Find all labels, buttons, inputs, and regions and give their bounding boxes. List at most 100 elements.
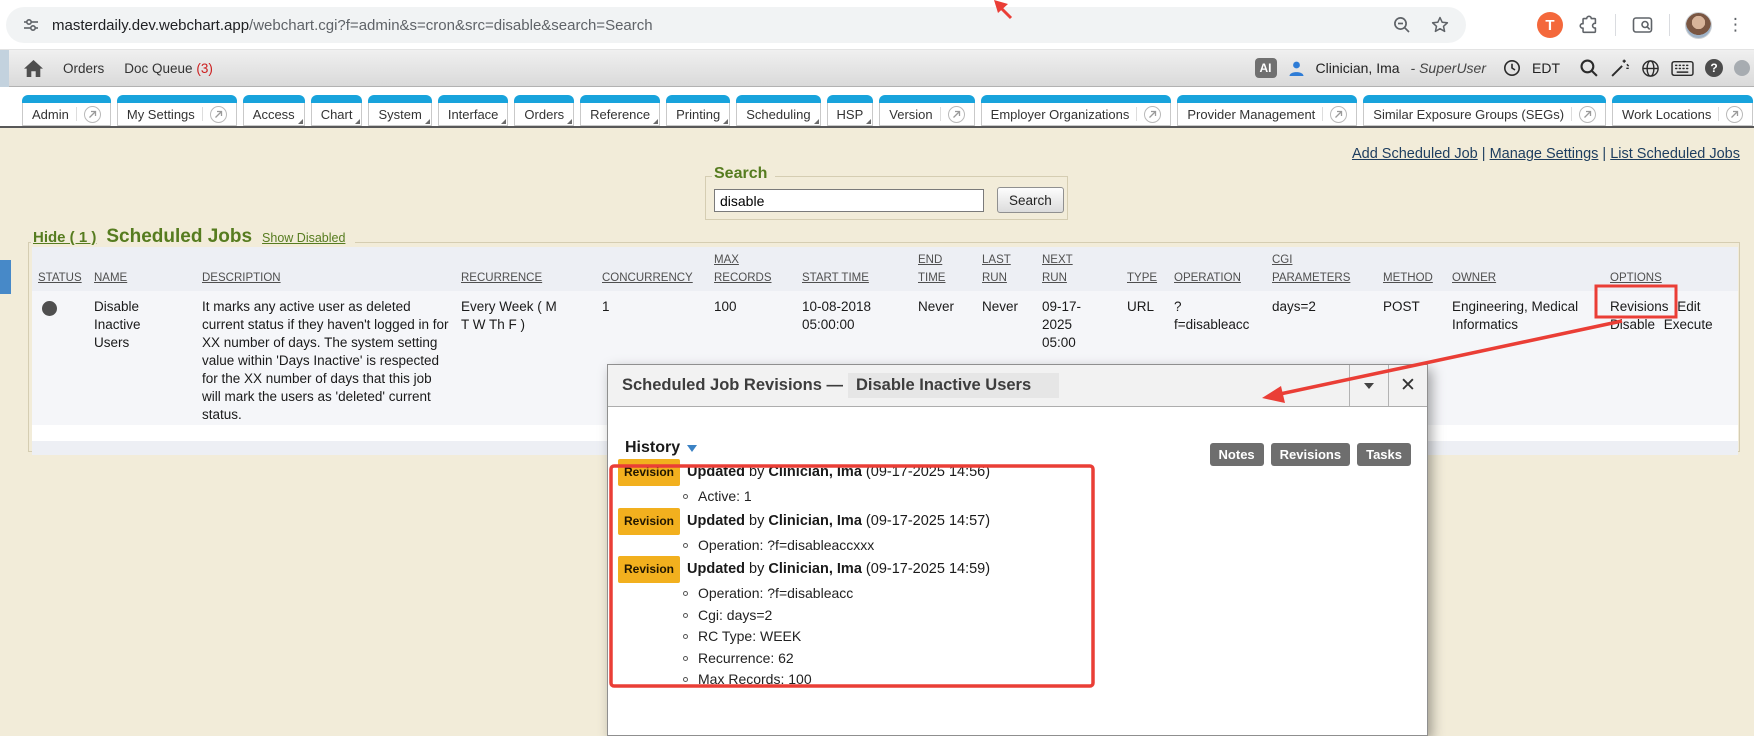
revision-badge: Revision [618,556,680,583]
external-link-icon [948,106,965,123]
url-bar[interactable]: masterdaily.dev.webchart.app/webchart.cg… [6,7,1466,43]
tab-version[interactable]: Version [879,95,974,126]
divider [1615,14,1616,36]
external-link-icon [1330,106,1347,123]
search-icon[interactable] [1579,58,1599,78]
dialog-collapse-button[interactable] [1349,365,1388,406]
extensions-puzzle-icon[interactable] [1578,14,1600,36]
link-manage-settings[interactable]: Manage Settings [1490,146,1599,162]
tab-search-icon[interactable] [1631,15,1654,35]
column-header-status[interactable]: STATUS [32,268,88,287]
hide-link[interactable]: Hide ( 1 ) [33,229,96,246]
bullet-icon [683,494,688,499]
link-add-scheduled-job[interactable]: Add Scheduled Job [1352,146,1478,162]
tab-printing[interactable]: Printing [666,95,730,126]
bookmark-star-icon[interactable] [1430,15,1450,35]
column-header-max-records[interactable]: MAX RECORDS [708,250,796,287]
option-link-execute[interactable]: Execute [1664,317,1713,332]
tab-work-locations[interactable]: Work Locations [1612,95,1753,126]
column-header-cgi-parameters[interactable]: CGI PARAMETERS [1266,250,1377,287]
revision-detail: Operation: ?f=disableacc [618,583,1218,605]
column-header-concurrency[interactable]: CONCURRENCY [596,268,708,287]
url-text: masterdaily.dev.webchart.app/webchart.cg… [52,17,653,34]
tab-scheduling[interactable]: Scheduling [736,95,820,126]
tab-hsp[interactable]: HSP [827,95,874,126]
column-header-operation[interactable]: OPERATION [1168,268,1266,287]
browser-menu-icon[interactable]: ⋮ [1727,15,1744,35]
browser-address-bar: masterdaily.dev.webchart.app/webchart.cg… [0,0,1754,50]
tab-accent-bar [1363,95,1606,103]
tab-interface[interactable]: Interface [438,95,509,126]
revision-badge: Revision [618,508,680,535]
column-header-method[interactable]: METHOD [1377,268,1446,287]
home-icon[interactable] [24,60,43,77]
external-link-icon [84,106,101,123]
external-link-icon [210,106,227,123]
tab-chart[interactable]: Chart [311,95,363,126]
globe-icon[interactable] [1641,59,1660,78]
help-icon[interactable]: ? [1705,59,1723,77]
column-header-options[interactable]: OPTIONS [1604,268,1732,287]
dropdown-corner-icon [425,119,430,124]
divider [76,107,77,121]
search-input[interactable] [714,189,984,212]
extension-t-icon[interactable]: T [1537,12,1563,38]
orders-link[interactable]: Orders [63,61,104,76]
link-list-scheduled-jobs[interactable]: List Scheduled Jobs [1610,146,1740,162]
revision-detail: Active: 1 [618,486,1218,508]
column-header-end-time[interactable]: END TIME [912,250,976,287]
tab-accent-bar [117,95,237,103]
action-links: Add Scheduled Job | Manage Settings | Li… [1352,146,1740,162]
column-header-name[interactable]: NAME [88,268,196,287]
option-link-disable[interactable]: Disable [1610,317,1655,332]
tab-accent-bar [666,95,730,103]
doc-queue-link[interactable]: Doc Queue (3) [124,61,213,76]
site-settings-icon[interactable] [22,16,40,34]
tab-employer-organizations[interactable]: Employer Organizations [981,95,1172,126]
column-header-type[interactable]: TYPE [1121,268,1168,287]
bullet-icon [683,543,688,548]
tab-reference[interactable]: Reference [580,95,660,126]
tab-accent-bar [580,95,660,103]
column-header-next-run[interactable]: NEXT RUN [1036,250,1121,287]
option-link-edit[interactable]: Edit [1677,299,1700,314]
close-icon: ✕ [1400,374,1416,397]
profile-avatar[interactable] [1685,12,1712,39]
revision-entry: RevisionUpdated by Clinician, Ima (09-17… [618,459,1218,508]
tab-admin[interactable]: Admin [22,95,111,126]
tab-system[interactable]: System [368,95,431,126]
column-header-start-time[interactable]: START TIME [796,268,912,287]
column-header-owner[interactable]: OWNER [1446,268,1604,287]
show-disabled-link[interactable]: Show Disabled [262,231,345,245]
wand-icon[interactable] [1610,58,1630,78]
tab-access[interactable]: Access [243,95,305,126]
tab-my-settings[interactable]: My Settings [117,95,237,126]
search-fieldset: Search Search [705,176,1068,220]
keyboard-icon[interactable] [1671,60,1694,77]
dialog-title-subject: Disable Inactive Users [848,373,1059,398]
tab-bar: AdminMy SettingsAccessChartSystemInterfa… [0,87,1754,128]
cell-recurrence: Every Week ( M T W Th F ) [455,291,596,425]
user-name[interactable]: Clinician, Ima [1316,60,1400,76]
column-header-recurrence[interactable]: RECURRENCE [455,268,596,287]
tab-similar-exposure-groups-segs[interactable]: Similar Exposure Groups (SEGs) [1363,95,1606,126]
history-section-label[interactable]: History [625,439,697,457]
column-header-description[interactable]: DESCRIPTION [196,268,455,287]
dropdown-corner-icon [866,119,871,124]
dialog-close-button[interactable]: ✕ [1388,365,1427,406]
option-link-revisions[interactable]: Revisions [1610,299,1669,314]
clock-icon[interactable] [1503,59,1521,77]
search-button[interactable]: Search [997,187,1064,213]
column-header-last-run[interactable]: LAST RUN [976,250,1036,287]
ai-badge[interactable]: AI [1255,58,1277,78]
tab-accent-bar [736,95,820,103]
tab-provider-management[interactable]: Provider Management [1177,95,1357,126]
tasks-button[interactable]: Tasks [1357,443,1411,466]
tab-orders[interactable]: Orders [514,95,574,126]
revision-detail: Cgi: days=2 [618,605,1218,627]
status-dot-icon [42,301,57,316]
zoom-out-icon[interactable] [1392,15,1412,35]
divider [1669,14,1670,36]
external-link-icon [1579,106,1596,123]
revisions-button[interactable]: Revisions [1271,443,1350,466]
